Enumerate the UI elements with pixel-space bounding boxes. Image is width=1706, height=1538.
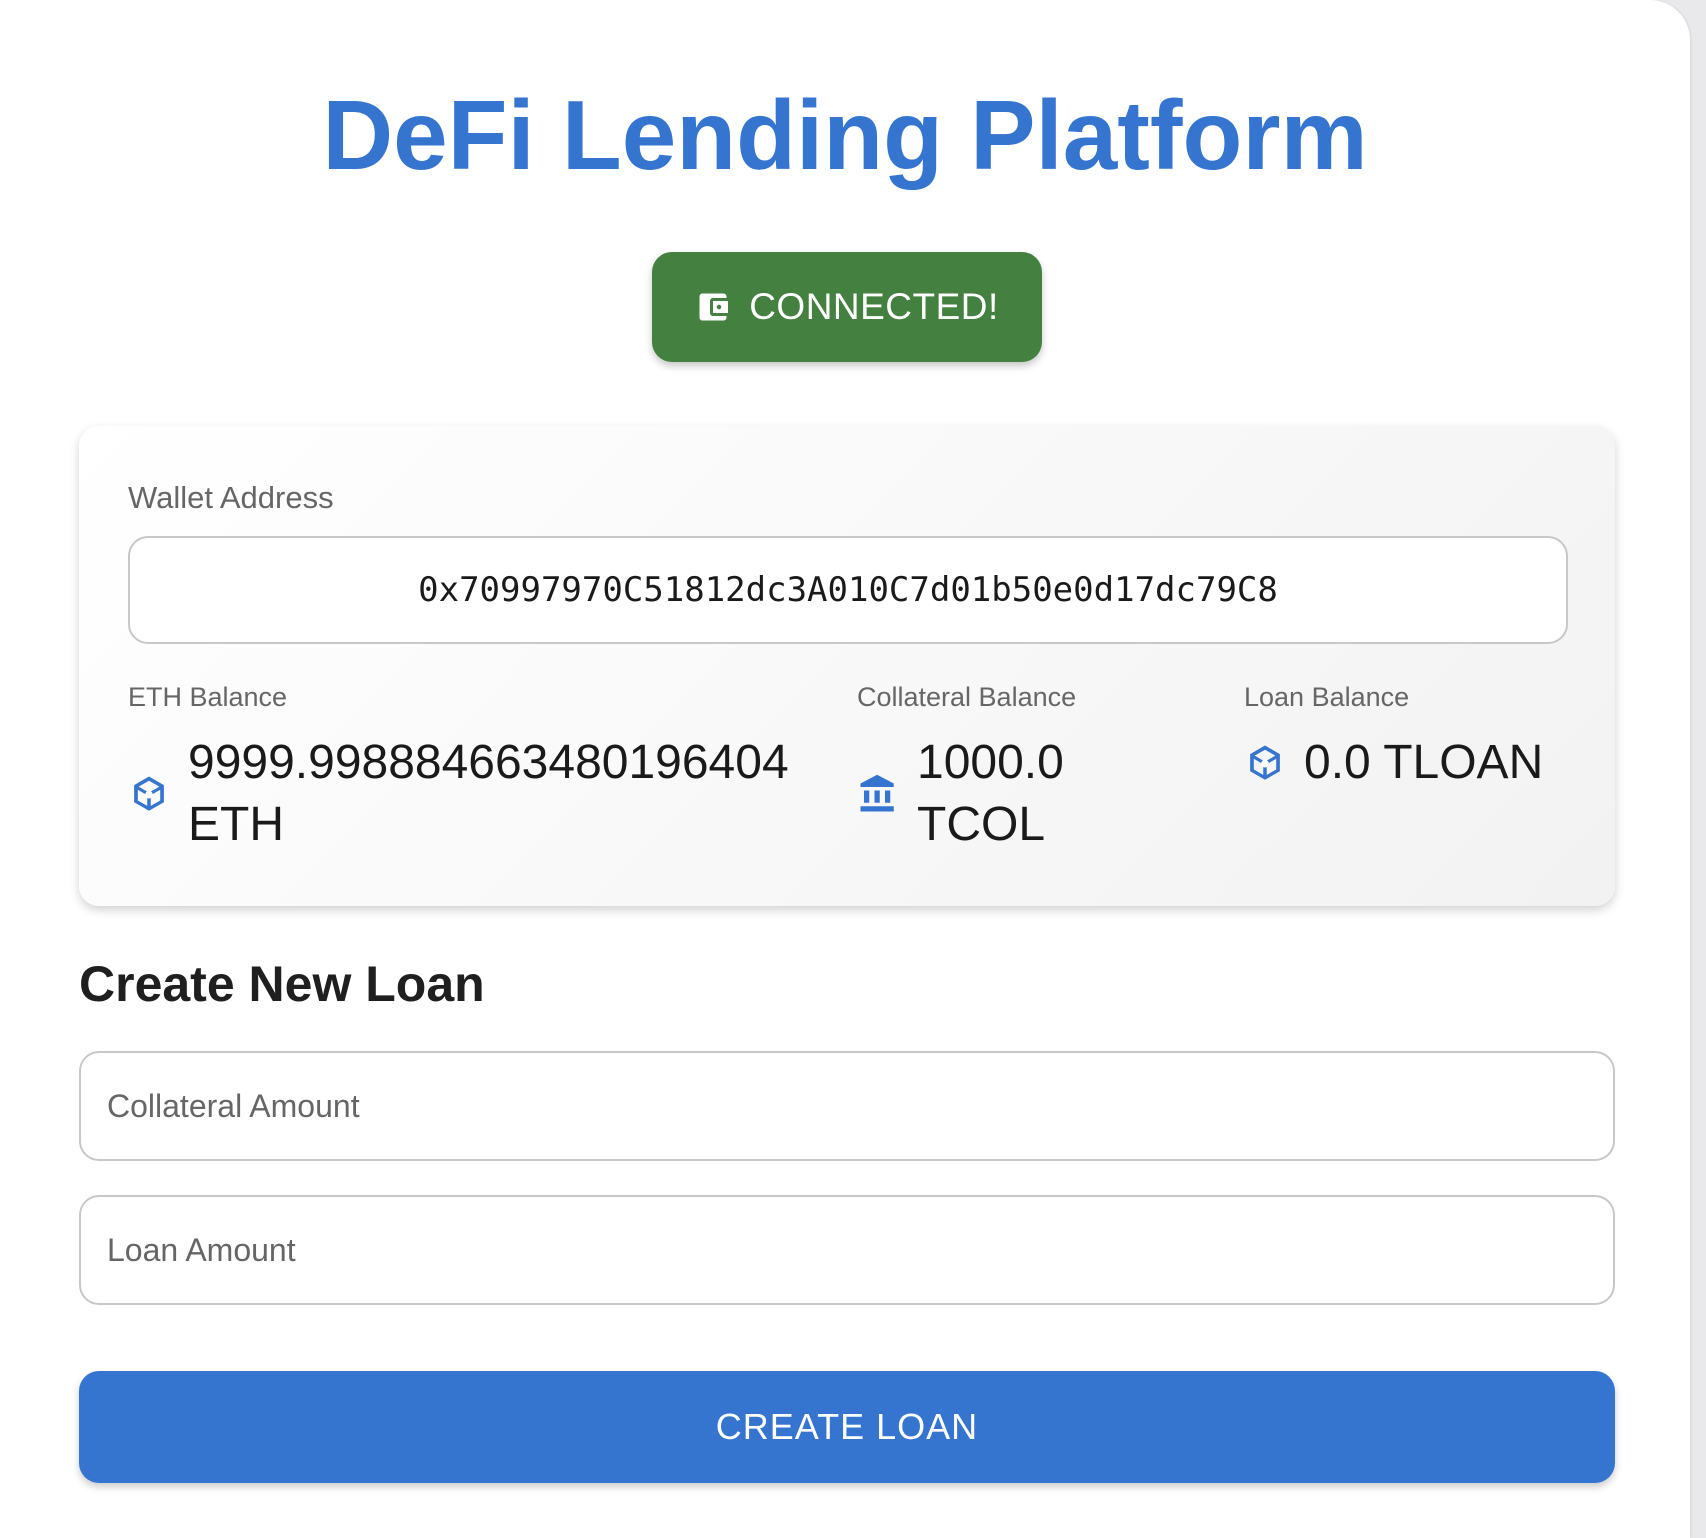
collateral-amount-input[interactable]	[79, 1051, 1615, 1161]
wallet-address-label: Wallet Address	[128, 480, 334, 515]
create-loan-heading: Create New Loan	[79, 956, 485, 1012]
cube-icon	[128, 773, 170, 815]
loan-amount-input[interactable]	[79, 1195, 1615, 1305]
loan-balance: 0.0 TLOAN	[1244, 732, 1584, 794]
wallet-connect-label: CONNECTED!	[749, 286, 999, 327]
wallet-address-value: 0x70997970C51812dc3A010C7d01b50e0d17dc79…	[418, 570, 1278, 610]
eth-balance-label: ETH Balance	[128, 682, 288, 712]
loan-balance-value: 0.0 TLOAN	[1304, 736, 1544, 789]
wallet-address-field[interactable]: 0x70997970C51812dc3A010C7d01b50e0d17dc79…	[128, 536, 1568, 644]
page-title: DeFi Lending Platform	[322, 80, 1368, 190]
bank-icon	[857, 773, 899, 815]
collateral-balance-value: 1000.0 TCOL	[917, 736, 1064, 851]
page: DeFi Lending Platform CONNECTED! Wallet …	[0, 0, 1690, 1538]
collateral-balance: 1000.0 TCOL	[857, 732, 1117, 856]
account-card: Wallet Address 0x70997970C51812dc3A010C7…	[79, 426, 1615, 906]
wallet-connect-button[interactable]: CONNECTED!	[652, 252, 1042, 362]
create-loan-button[interactable]: CREATE LOAN	[79, 1371, 1615, 1483]
wallet-icon	[695, 289, 731, 325]
loan-balance-label: Loan Balance	[1244, 682, 1410, 712]
eth-balance-value: 9999.998884663480196404 ETH	[188, 736, 789, 851]
cube-icon	[1244, 742, 1286, 784]
eth-balance: 9999.998884663480196404 ETH	[128, 732, 789, 856]
collateral-balance-label: Collateral Balance	[857, 682, 1077, 712]
